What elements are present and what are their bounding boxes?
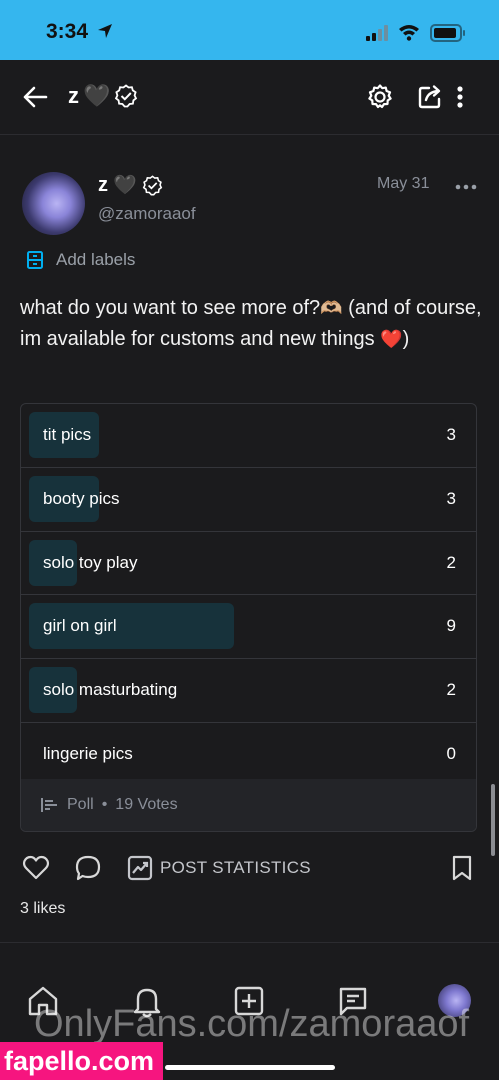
site-badge: fapello.com <box>0 1042 163 1080</box>
author-name[interactable]: z 🖤 <box>98 174 163 197</box>
heart-outline-icon <box>22 855 50 880</box>
poll-option[interactable]: tit pics 3 <box>21 404 476 468</box>
back-button[interactable] <box>18 82 52 112</box>
bookmark-button[interactable] <box>448 852 476 884</box>
poll-option[interactable]: lingerie pics 0 <box>21 723 476 787</box>
gear-icon <box>368 84 392 109</box>
poll-footer: Poll • 19 Votes <box>21 779 476 831</box>
poll-option-count: 3 <box>446 488 456 508</box>
poll-separator: • <box>101 796 108 813</box>
poll-option-label: lingerie pics <box>43 743 133 763</box>
poll-option[interactable]: solo masturbating 2 <box>21 659 476 723</box>
location-arrow-icon <box>98 24 112 38</box>
battery-icon <box>430 24 465 42</box>
page-title-text: z <box>68 83 79 108</box>
poll-option[interactable]: booty pics 3 <box>21 468 476 532</box>
share-button[interactable] <box>414 80 446 114</box>
app-header: z 🖤 <box>0 60 499 135</box>
post-text: what do you want to see more of?🫶🏼 (and … <box>20 293 482 355</box>
black-heart-emoji: 🖤 <box>83 83 111 108</box>
poll-votes: 19 Votes <box>115 796 178 813</box>
poll-option-count: 3 <box>446 425 456 444</box>
home-indicator[interactable] <box>165 1065 335 1070</box>
post-action-bar: POST STATISTICS <box>0 850 499 886</box>
statistics-icon <box>127 855 153 881</box>
status-time: 3:34 <box>46 20 89 43</box>
red-heart-emoji: ❤️ <box>380 329 403 349</box>
status-bar: 3:34 <box>0 0 499 60</box>
poll-option-count: 0 <box>446 743 456 763</box>
share-icon <box>418 85 441 109</box>
poll-option-label: girl on girl <box>43 616 117 636</box>
poll-option-count: 2 <box>446 552 456 572</box>
likes-count[interactable]: 3 likes <box>20 900 65 918</box>
poll-option-label: solo toy play <box>43 552 138 572</box>
verified-badge-icon <box>142 175 162 196</box>
like-button[interactable] <box>20 852 52 884</box>
poll-option-count: 9 <box>446 616 456 636</box>
arrow-left-icon <box>23 86 48 108</box>
poll-option[interactable]: girl on girl 9 <box>21 595 476 660</box>
add-labels-text: Add labels <box>56 250 136 269</box>
poll-option-label: booty pics <box>43 488 120 508</box>
poll-icon <box>41 798 57 812</box>
post-text-part: what do you want to see more of? <box>20 297 321 319</box>
poll-label: Poll <box>67 796 94 813</box>
comment-icon <box>75 855 101 881</box>
black-heart-emoji: 🖤 <box>113 175 137 196</box>
scrollbar-thumb[interactable] <box>491 784 495 856</box>
page-title: z 🖤 <box>68 83 138 109</box>
divider <box>0 942 499 943</box>
label-icon <box>27 251 43 269</box>
poll-option-count: 2 <box>446 680 456 700</box>
author-handle[interactable]: @zamoraaof <box>98 204 196 224</box>
vertical-dots-icon <box>457 86 463 108</box>
author-avatar[interactable] <box>22 172 85 235</box>
wifi-icon <box>399 25 419 41</box>
cellular-signal-icon <box>366 25 388 41</box>
heart-hands-emoji: 🫶🏼 <box>320 298 343 318</box>
poll-option-label: solo masturbating <box>43 680 178 700</box>
verified-badge-icon <box>115 84 138 108</box>
author-name-text: z <box>98 174 108 196</box>
post-statistics-button[interactable] <box>124 852 156 884</box>
settings-button[interactable] <box>364 80 396 114</box>
post-menu-button[interactable] <box>455 178 477 196</box>
poll-option-label: tit pics <box>43 425 92 444</box>
poll: tit pics 3 booty pics 3 solo toy play 2 girl o… <box>20 403 477 832</box>
horizontal-dots-icon <box>455 184 477 190</box>
poll-option[interactable]: solo toy play 2 <box>21 532 476 596</box>
add-labels-button[interactable]: Add labels <box>26 250 135 270</box>
comment-button[interactable] <box>72 852 104 884</box>
post-statistics-label[interactable]: POST STATISTICS <box>160 858 311 878</box>
post-text-part: ) <box>402 328 410 350</box>
watermark-text: OnlyFans.com/zamoraaof <box>34 1003 470 1045</box>
post-date: May 31 <box>377 175 430 192</box>
bookmark-icon <box>452 855 472 881</box>
more-options-button[interactable] <box>450 80 470 114</box>
